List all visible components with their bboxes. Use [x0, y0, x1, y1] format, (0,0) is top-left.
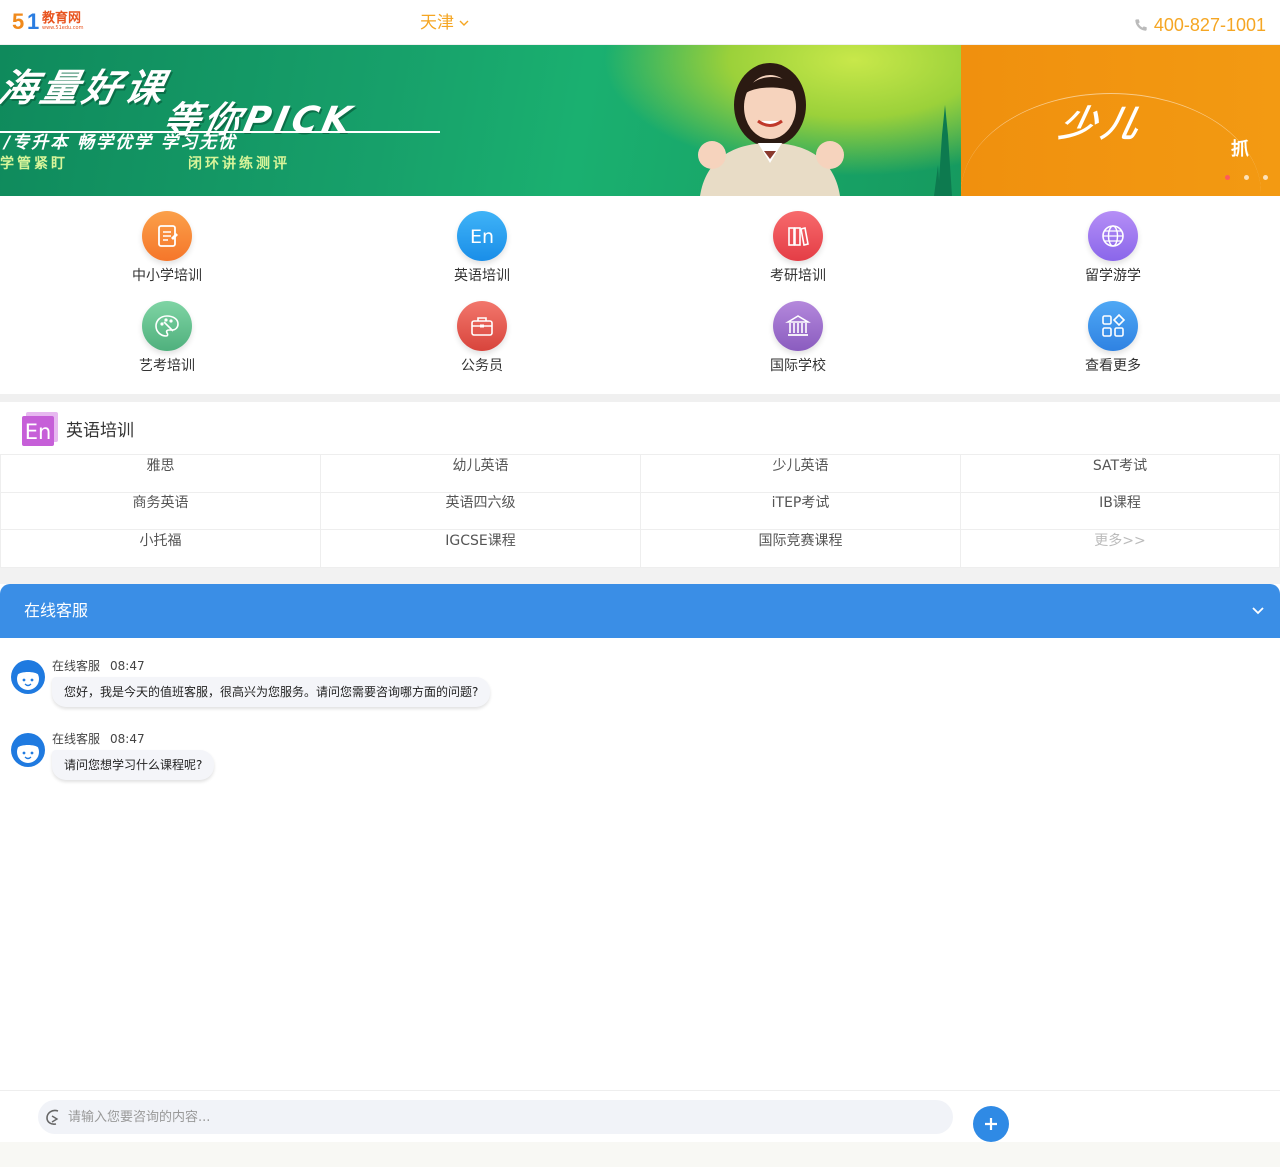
category-label: 中小学培训 [132, 268, 202, 284]
course-link[interactable]: 幼儿英语 [320, 455, 640, 492]
banner-feature-1: 学管紧盯 [0, 156, 68, 172]
category-view-more[interactable]: 查看更多 [1033, 286, 1193, 374]
hotline[interactable]: 400-827-1001 [1134, 14, 1266, 36]
chat-message: 在线客服 08:47 请问您想学习什么课程呢? [10, 732, 610, 802]
banner-tagline: /专升本 畅学优学 学习无忧 [0, 131, 440, 153]
chevron-down-icon [459, 20, 469, 26]
books-icon [773, 211, 823, 261]
top-header: 5 1 教育网 www.51edu.com 天津 400-827-1001 [0, 0, 1280, 45]
course-link[interactable]: 少儿英语 [640, 455, 960, 492]
chat-message: 在线客服 08:47 您好，我是今天的值班客服，很高兴为您服务。请问您需要咨询哪方… [10, 659, 610, 729]
course-link[interactable]: 英语四六级 [320, 492, 640, 529]
message-sender: 在线客服 [52, 659, 101, 673]
phone-number: 400-827-1001 [1153, 15, 1266, 35]
table-row: 小托福 IGCSE课程 国际竞赛课程 更多>> [0, 530, 1280, 568]
chat-message-input[interactable] [68, 1100, 948, 1134]
course-link[interactable]: IB课程 [960, 492, 1280, 529]
globe-icon [1088, 211, 1138, 261]
category-label: 国际学校 [770, 358, 826, 374]
category-k12[interactable]: 中小学培训 [87, 196, 247, 284]
banner-slide-2[interactable]: 少儿 抓 [961, 45, 1280, 196]
message-time: 08:47 [110, 732, 145, 746]
chat-input-wrapper [38, 1100, 953, 1134]
english-section-header: En 英语培训 [0, 402, 1280, 454]
briefcase-icon [457, 301, 507, 351]
agent-avatar-icon [10, 659, 46, 695]
page-bottom-strip [0, 1142, 1280, 1167]
carousel-dot[interactable] [1263, 175, 1268, 180]
chat-title: 在线客服 [24, 601, 89, 620]
banner-person-illustration [698, 63, 844, 196]
category-grid: 中小学培训 En 英语培训 考研培训 留学游学 艺考培训 公务员 国际学校 查看… [0, 196, 1280, 394]
section-divider [0, 394, 1280, 402]
agent-avatar-icon [10, 732, 46, 768]
grid-more-icon [1088, 301, 1138, 351]
category-label: 英语培训 [454, 268, 510, 284]
message-time: 08:47 [110, 659, 145, 673]
carousel-dot[interactable] [1244, 175, 1249, 180]
chat-input-bar [0, 1090, 1280, 1142]
banner-tower-illustration [934, 105, 952, 196]
category-study-abroad[interactable]: 留学游学 [1033, 196, 1193, 284]
carousel-dots [1225, 175, 1268, 180]
message-sender: 在线客服 [52, 732, 101, 746]
table-row: 雅思 幼儿英语 少儿英语 SAT考试 [0, 455, 1280, 493]
category-label: 留学游学 [1085, 268, 1141, 284]
section-title: 英语培训 [66, 421, 134, 441]
carousel-dot[interactable] [1225, 175, 1230, 180]
course-link[interactable]: IGCSE课程 [320, 530, 640, 567]
en-icon: En [457, 211, 507, 261]
site-logo[interactable]: 5 1 教育网 www.51edu.com [12, 10, 102, 34]
city-selector[interactable]: 天津 [420, 12, 470, 34]
school-building-icon [773, 301, 823, 351]
banner-headline-1: 海量好课 [0, 66, 172, 110]
palette-icon [142, 301, 192, 351]
banner-feature-2: 闭环讲练测评 [188, 156, 290, 172]
banner-slide-2-headline: 少儿 [1055, 104, 1149, 145]
svg-text:En: En [25, 420, 52, 444]
course-link[interactable]: 国际竞赛课程 [640, 530, 960, 567]
course-link[interactable]: SAT考试 [960, 455, 1280, 492]
notepad-icon [142, 211, 192, 261]
message-bubble: 请问您想学习什么课程呢? [52, 750, 215, 780]
course-link[interactable]: 雅思 [0, 455, 320, 492]
category-international-school[interactable]: 国际学校 [718, 286, 878, 374]
table-row: 商务英语 英语四六级 iTEP考试 IB课程 [0, 492, 1280, 530]
message-meta: 在线客服 08:47 [52, 732, 145, 746]
chat-input-icon [46, 1109, 59, 1125]
more-courses-link[interactable]: 更多>> [960, 530, 1280, 567]
category-civil-servant[interactable]: 公务员 [402, 286, 562, 374]
svg-text:En: En [470, 226, 494, 248]
course-link[interactable]: 小托福 [0, 530, 320, 567]
english-course-table: 雅思 幼儿英语 少儿英语 SAT考试 商务英语 英语四六级 iTEP考试 IB课… [0, 454, 1280, 568]
category-label: 公务员 [461, 358, 503, 374]
logo-name: 教育网 [42, 11, 82, 26]
en-icon: En [22, 412, 58, 446]
course-link[interactable]: iTEP考试 [640, 492, 960, 529]
category-art-exam[interactable]: 艺考培训 [87, 286, 247, 374]
chevron-down-icon[interactable] [1250, 602, 1266, 618]
logo-url: www.51edu.com [42, 25, 84, 31]
section-divider [0, 568, 1280, 584]
city-name: 天津 [420, 13, 454, 33]
add-button[interactable] [973, 1106, 1009, 1142]
category-label: 查看更多 [1085, 358, 1141, 374]
chat-header[interactable]: 在线客服 [0, 584, 1280, 638]
plus-icon [985, 1118, 997, 1130]
banner-slide-2-subtitle: 抓 [1231, 139, 1249, 160]
message-meta: 在线客服 08:47 [52, 659, 145, 673]
logo-digit-five: 5 [12, 9, 25, 34]
category-english[interactable]: En 英语培训 [402, 196, 562, 284]
online-service-chat: 在线客服 在线客服 08:47 您好，我是今天的值班客服，很高兴为您服务。请问您需… [0, 584, 1280, 1167]
category-postgraduate[interactable]: 考研培训 [718, 196, 878, 284]
category-label: 考研培训 [770, 268, 826, 284]
category-label: 艺考培训 [139, 358, 195, 374]
message-bubble: 您好，我是今天的值班客服，很高兴为您服务。请问您需要咨询哪方面的问题? [52, 677, 491, 707]
course-link[interactable]: 商务英语 [0, 492, 320, 529]
banner-slide-1[interactable]: 海量好课 等你PICK /专升本 畅学优学 学习无忧 学管紧盯 闭环讲练测评 [0, 45, 961, 196]
phone-icon [1135, 19, 1147, 31]
logo-digit-one: 1 [27, 9, 40, 34]
banner-carousel[interactable]: 海量好课 等你PICK /专升本 畅学优学 学习无忧 学管紧盯 闭环讲练测评 少… [0, 45, 1280, 196]
